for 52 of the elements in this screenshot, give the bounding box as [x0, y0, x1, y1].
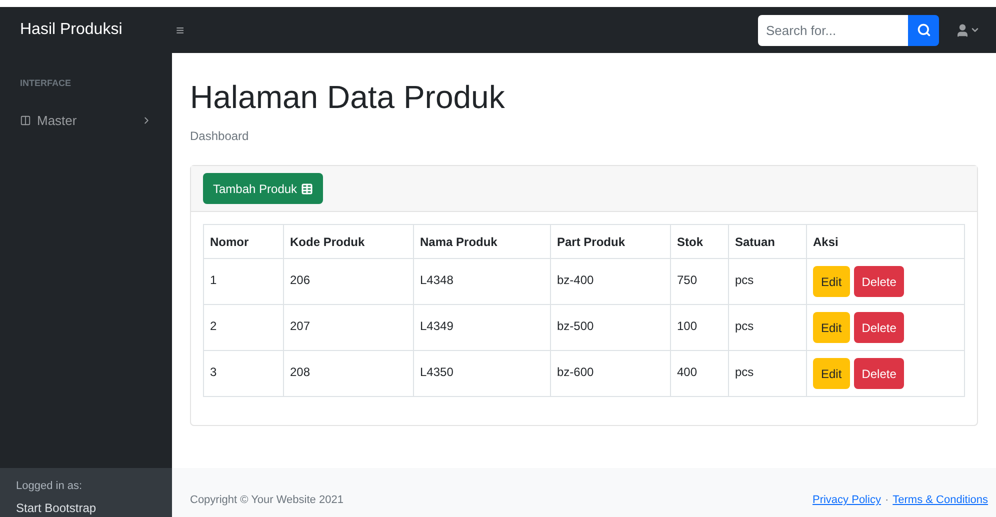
column-header: Stok — [670, 224, 728, 258]
table-cell: pcs — [728, 258, 806, 304]
terms-link[interactable]: Terms & Conditions — [892, 492, 988, 509]
column-header: Nomor — [204, 224, 284, 258]
sidebar-item[interactable]: Master — [0, 110, 172, 130]
search-icon — [916, 23, 930, 37]
user-icon — [955, 22, 970, 38]
menu-toggle[interactable]: ≡ — [176, 20, 184, 40]
search-button[interactable] — [908, 14, 939, 46]
table-cell: bz-400 — [550, 258, 670, 304]
table-cell: 2 — [204, 304, 284, 350]
edit-button[interactable]: Edit — [813, 312, 850, 343]
delete-button[interactable]: Delete — [854, 266, 904, 297]
table-cell: L4348 — [414, 258, 550, 304]
table-cell: 400 — [670, 350, 728, 396]
separator-dot: · — [884, 493, 889, 508]
table-cell: bz-600 — [550, 350, 670, 396]
privacy-policy-link[interactable]: Privacy Policy — [812, 492, 881, 509]
copyright-text: Copyright © Your Website 2021 — [190, 493, 344, 508]
column-header: Satuan — [728, 224, 806, 258]
search-field[interactable]: Search for... — [758, 14, 908, 46]
table-cell: 206 — [284, 258, 414, 304]
user-name: Start Bootstrap — [16, 500, 98, 516]
table-cell: 1 — [204, 258, 284, 304]
logged-in-label: Logged in as: — [16, 479, 84, 494]
table-cell: 100 — [670, 304, 728, 350]
column-header: Part Produk — [550, 224, 670, 258]
table-cell: 3 — [204, 350, 284, 396]
table-cell: bz-500 — [550, 304, 670, 350]
column-header: Nama Produk — [414, 224, 550, 258]
table-cell: L4350 — [414, 350, 550, 396]
table-cell: 208 — [284, 350, 414, 396]
table-cell: pcs — [728, 304, 806, 350]
add-product-button[interactable]: Tambah Produk — [203, 173, 324, 204]
table-cell: 750 — [670, 258, 728, 304]
brand-title[interactable]: Hasil Produksi — [0, 18, 172, 42]
page-title: Halaman Data Produk — [190, 78, 506, 117]
edit-button[interactable]: Edit — [813, 358, 850, 389]
table-cell: 207 — [284, 304, 414, 350]
table-icon — [301, 182, 314, 194]
sidebar-heading: INTERFACE — [19, 77, 72, 90]
breadcrumb: Dashboard — [190, 128, 250, 145]
edit-button[interactable]: Edit — [813, 266, 850, 297]
columns-icon — [20, 114, 31, 126]
table-cell: L4349 — [414, 304, 550, 350]
delete-button[interactable]: Delete — [854, 312, 904, 343]
delete-button[interactable]: Delete — [854, 358, 904, 389]
column-header: Aksi — [806, 224, 964, 258]
table-cell: pcs — [728, 350, 806, 396]
user-menu-button[interactable] — [955, 22, 980, 38]
column-header: Kode Produk — [284, 224, 414, 258]
caret-icon — [970, 25, 980, 35]
